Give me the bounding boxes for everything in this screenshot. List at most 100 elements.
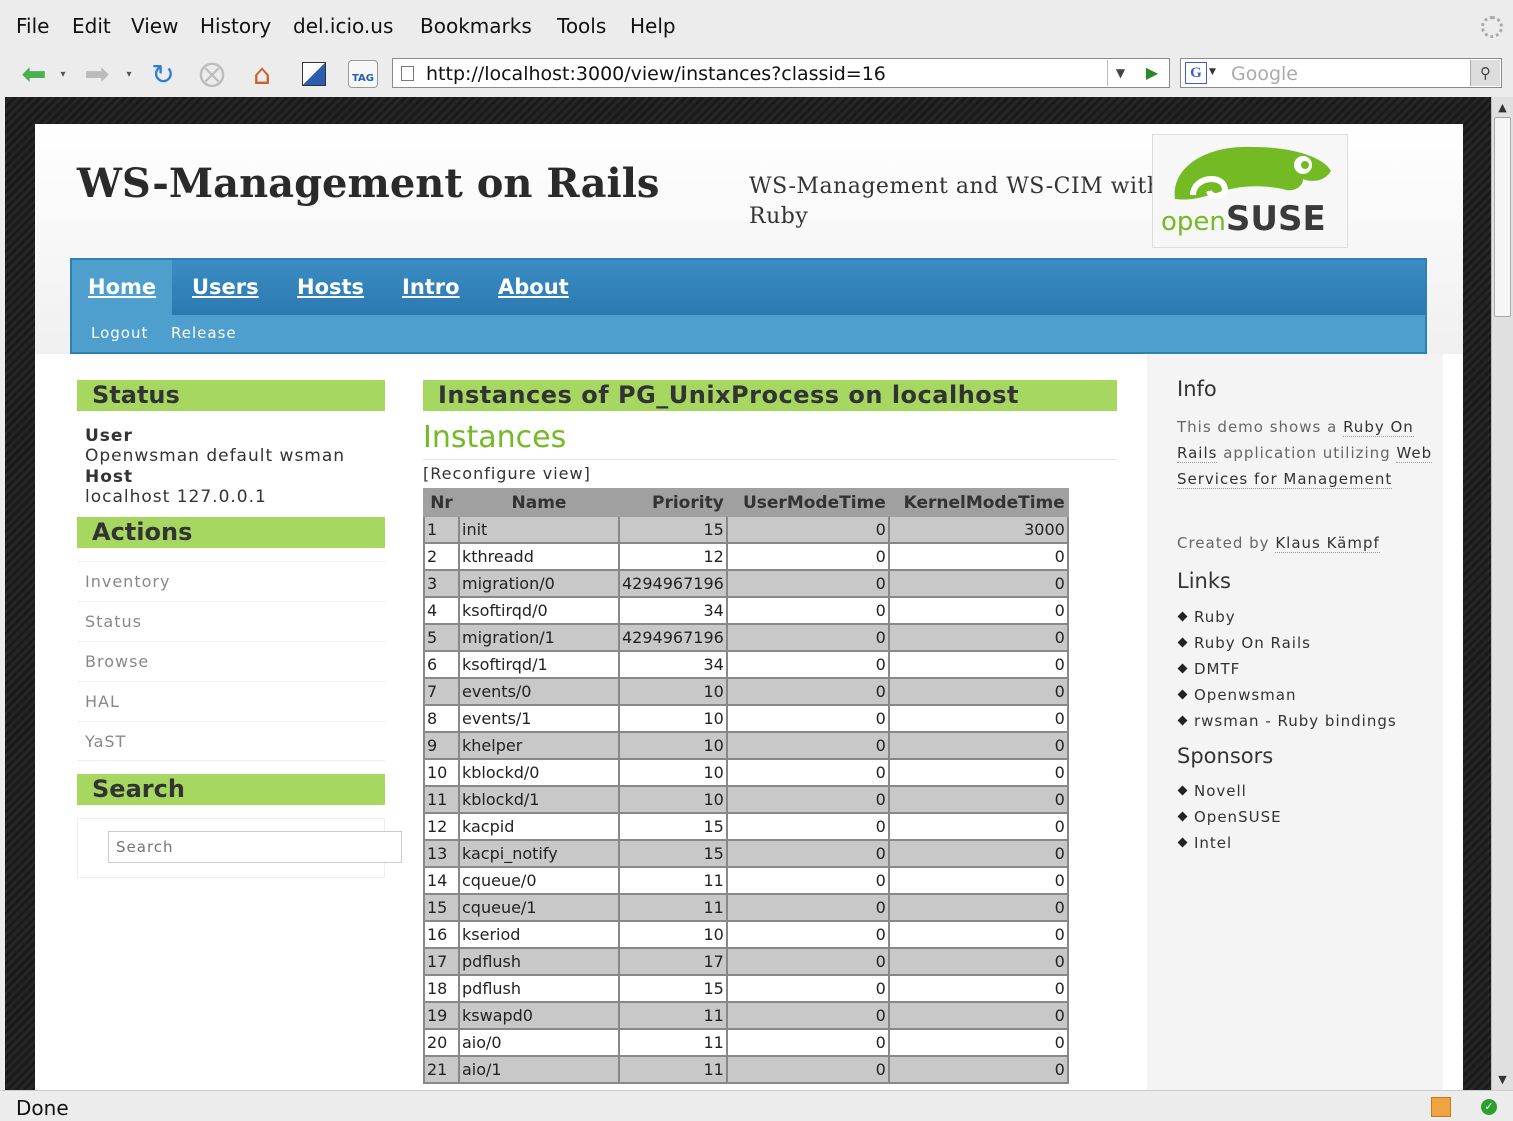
search-input[interactable]: [108, 831, 402, 863]
cell-nr: 1: [423, 515, 460, 544]
url-history-dropdown-icon[interactable]: ▼: [1107, 60, 1133, 86]
release-link[interactable]: Release: [171, 324, 237, 342]
search-icon[interactable]: ⚲: [1470, 60, 1500, 86]
cell-priority: 15: [618, 812, 728, 841]
cell-name: events/0: [458, 677, 620, 706]
link-ruby-on-rails-label[interactable]: Ruby On Rails: [1194, 634, 1311, 652]
cell-kernelmodetime: 0: [887, 1001, 1069, 1030]
sponsor-novell-label[interactable]: Novell: [1194, 782, 1247, 800]
link-dmtf-label[interactable]: DMTF: [1194, 660, 1240, 678]
cell-nr: 12: [423, 812, 460, 841]
stop-icon[interactable]: ⨂: [196, 58, 228, 90]
column-header-priority[interactable]: Priority: [618, 488, 728, 517]
bookmark-icon[interactable]: [298, 58, 330, 90]
instances-table: Nr Name Priority UserModeTime KernelMode…: [423, 488, 1069, 1084]
menu-history[interactable]: History: [200, 14, 271, 38]
link-ruby-label[interactable]: Ruby: [1194, 608, 1236, 626]
author-link[interactable]: Klaus Kämpf: [1275, 534, 1380, 553]
cell-name: khelper: [458, 731, 620, 760]
tag-icon[interactable]: TAG: [346, 58, 380, 90]
action-status[interactable]: Status: [77, 601, 385, 641]
column-header-name[interactable]: Name: [458, 488, 620, 517]
cell-name: pdflush: [458, 947, 620, 976]
cell-nr: 5: [423, 623, 460, 652]
link-ruby-on-rails[interactable]: Ruby On Rails: [1177, 634, 1311, 652]
sponsor-novell[interactable]: Novell: [1177, 782, 1247, 800]
back-icon[interactable]: ⬅: [14, 57, 54, 92]
reconfigure-view-link[interactable]: [Reconfigure view]: [423, 464, 591, 483]
menu-view[interactable]: View: [131, 14, 178, 38]
cell-priority: 11: [618, 1028, 728, 1057]
cell-nr: 20: [423, 1028, 460, 1057]
forward-icon[interactable]: ➡: [78, 57, 116, 92]
browser-search-box[interactable]: G ▼ Google ⚲: [1180, 58, 1502, 88]
ok-icon[interactable]: ✓: [1481, 1099, 1497, 1115]
tab-about[interactable]: About: [482, 260, 585, 315]
link-ruby[interactable]: Ruby: [1177, 608, 1236, 626]
cell-priority: 11: [618, 1055, 728, 1084]
instances-title: Instances: [423, 420, 1117, 460]
tab-hosts[interactable]: Hosts: [281, 260, 380, 315]
menu-file[interactable]: File: [16, 14, 49, 38]
action-hal[interactable]: HAL: [77, 681, 385, 721]
navigation-toolbar: ⬅ ▾ ➡ ▾ ↻ ⨂ ⌂ TAG http://localhost:3000/…: [0, 52, 1513, 96]
table-row: 21 aio/1 11 0 0: [423, 1055, 1069, 1084]
cell-priority: 10: [618, 920, 728, 949]
menu-edit[interactable]: Edit: [72, 14, 111, 38]
vertical-scrollbar[interactable]: ▲ ▼: [1491, 97, 1513, 1090]
scroll-down-icon[interactable]: ▼: [1494, 1071, 1511, 1088]
tab-home[interactable]: Home: [72, 260, 173, 315]
back-dropdown-icon[interactable]: ▾: [56, 58, 70, 90]
cell-priority: 4294967196: [618, 569, 728, 598]
go-icon[interactable]: ▶: [1139, 60, 1165, 86]
url-bar[interactable]: http://localhost:3000/view/instances?cla…: [392, 58, 1170, 88]
cell-name: cqueue/1: [458, 893, 620, 922]
menu-help[interactable]: Help: [630, 14, 676, 38]
sponsor-opensuse[interactable]: OpenSUSE: [1177, 808, 1282, 826]
table-row: 14 cqueue/0 11 0 0: [423, 866, 1069, 895]
bullet-icon: [1177, 663, 1188, 674]
tab-users[interactable]: Users: [176, 260, 275, 315]
sponsor-opensuse-label[interactable]: OpenSUSE: [1194, 808, 1282, 826]
cell-name: kacpi_notify: [458, 839, 620, 868]
reload-icon[interactable]: ↻: [146, 58, 180, 91]
right-sidebar: Info This demo shows a Ruby On Rails app…: [1147, 354, 1443, 1090]
column-header-usermodetime[interactable]: UserModeTime: [725, 488, 890, 517]
action-yast[interactable]: YaST: [77, 721, 385, 761]
cell-usermodetime: 0: [725, 866, 890, 895]
page-icon: [401, 66, 414, 81]
sponsor-intel-label[interactable]: Intel: [1194, 834, 1232, 852]
logout-link[interactable]: Logout: [91, 324, 148, 342]
menu-tools[interactable]: Tools: [557, 14, 606, 38]
sponsor-intel[interactable]: Intel: [1177, 834, 1232, 852]
column-header-kernelmodetime[interactable]: KernelModeTime: [887, 488, 1069, 517]
menu-bookmarks[interactable]: Bookmarks: [420, 14, 532, 38]
link-rwsman[interactable]: rwsman - Ruby bindings: [1177, 712, 1397, 730]
link-openwsman-label[interactable]: Openwsman: [1194, 686, 1296, 704]
forward-dropdown-icon[interactable]: ▾: [122, 58, 136, 90]
link-openwsman[interactable]: Openwsman: [1177, 686, 1296, 704]
cell-kernelmodetime: 0: [887, 866, 1069, 895]
menu-delicious[interactable]: del.icio.us: [293, 14, 393, 38]
action-inventory[interactable]: Inventory: [77, 561, 385, 601]
engine-dropdown-icon[interactable]: ▼: [1209, 67, 1216, 77]
cell-priority: 11: [618, 1001, 728, 1030]
column-header-nr[interactable]: Nr: [423, 488, 460, 517]
link-dmtf[interactable]: DMTF: [1177, 660, 1240, 678]
cell-name: kblockd/1: [458, 785, 620, 814]
cell-name: kseriod: [458, 920, 620, 949]
table-row: 17 pdflush 17 0 0: [423, 947, 1069, 976]
edit-icon[interactable]: [1431, 1097, 1451, 1117]
link-rwsman-label[interactable]: rwsman - Ruby bindings: [1194, 712, 1397, 730]
cell-usermodetime: 0: [725, 1055, 890, 1084]
tab-intro[interactable]: Intro: [386, 260, 476, 315]
google-engine-icon[interactable]: G: [1185, 62, 1207, 84]
table-row: 6 ksoftirqd/1 34 0 0: [423, 650, 1069, 679]
scroll-up-icon[interactable]: ▲: [1494, 99, 1511, 116]
url-text[interactable]: http://localhost:3000/view/instances?cla…: [426, 63, 886, 85]
action-browse[interactable]: Browse: [77, 641, 385, 681]
info-heading: Info: [1177, 377, 1217, 401]
cell-usermodetime: 0: [725, 785, 890, 814]
home-icon[interactable]: ⌂: [244, 58, 280, 91]
scroll-thumb[interactable]: [1494, 117, 1511, 317]
